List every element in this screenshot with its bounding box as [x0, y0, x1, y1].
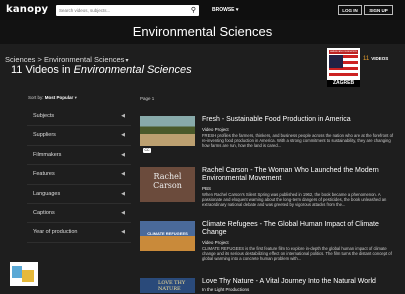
closed-captions-icon: CC — [143, 148, 151, 153]
chevron-left-icon: ◀ — [121, 151, 125, 158]
filter-languages[interactable]: Languages ◀ — [27, 185, 131, 204]
video-producer: PBS — [202, 186, 212, 191]
video-description: When Rachel Carson's Silent Spring was p… — [202, 192, 387, 207]
video-thumbnail[interactable]: CLIMATE REFUGEES — [140, 221, 195, 251]
search-box[interactable]: ⚲ — [56, 5, 199, 16]
search-input[interactable] — [59, 5, 181, 16]
filter-subjects[interactable]: Subjects ◀ — [27, 107, 131, 127]
chevron-left-icon: ◀ — [121, 171, 125, 178]
partner-flag-logo: AMERICAN FOUNDATION ZAGREB — [327, 48, 360, 87]
signup-button[interactable]: SIGN UP — [364, 5, 393, 15]
filter-sidebar: Subjects ◀ Suppliers ◀ Filmmakers ◀ Feature… — [27, 107, 131, 243]
video-producer: In the Light Productions — [202, 287, 250, 292]
video-count-label: VIDEOS — [371, 56, 389, 61]
video-title[interactable]: Love Thy Nature - A Vital Journey Into t… — [202, 278, 398, 286]
chevron-left-icon: ◀ — [121, 190, 125, 197]
filter-label: Filmmakers — [33, 151, 62, 158]
video-count-number: 11 — [363, 56, 370, 62]
video-producer: Video Project — [202, 240, 229, 245]
thumbnail-title: Rachel Carson — [153, 172, 182, 190]
video-info: Fresh - Sustainable Food Production in A… — [202, 116, 398, 148]
filter-year-of-production[interactable]: Year of production ◀ — [27, 223, 131, 243]
sort-label: Sort by: — [28, 95, 44, 100]
kanopy-logo[interactable]: kanopy — [6, 4, 48, 15]
filter-label: Captions — [33, 209, 55, 216]
filter-label: Suppliers — [33, 132, 56, 139]
filter-label: Year of production — [33, 229, 78, 236]
video-title[interactable]: Rachel Carson - The Woman Who Launched t… — [202, 167, 398, 183]
breadcrumb-text: Sciences > Environmental Sciences — [5, 55, 125, 64]
search-icon[interactable]: ⚲ — [191, 6, 196, 14]
browse-menu[interactable]: BROWSE ▾ — [212, 7, 238, 13]
filter-features[interactable]: Features ◀ — [27, 165, 131, 185]
thumbnail-title: LOVE THY NATURE — [158, 280, 186, 292]
video-thumbnail[interactable]: LOVE THY NATURE — [140, 278, 195, 293]
video-count-badge: 11 VIDEOS — [363, 56, 388, 62]
video-title[interactable]: Fresh - Sustainable Food Production in A… — [202, 116, 398, 124]
logo-shape-blue — [12, 266, 22, 278]
flag-top-label: AMERICAN FOUNDATION — [329, 50, 358, 54]
browse-label: BROWSE — [212, 7, 235, 13]
pagination[interactable]: Page 1 — [140, 96, 154, 101]
video-info: Rachel Carson - The Woman Who Launched t… — [202, 167, 398, 207]
video-info: Love Thy Nature - A Vital Journey Into t… — [202, 278, 398, 292]
video-description: CLIMATE REFUGEES is the first feature fi… — [202, 246, 392, 261]
video-list-item[interactable]: LOVE THY NATURE Love Thy Nature - A Vita… — [140, 278, 402, 294]
chevron-left-icon: ◀ — [121, 229, 125, 236]
chevron-left-icon: ◀ — [121, 209, 125, 216]
flag-canton — [329, 55, 343, 68]
video-list-item[interactable]: Rachel Carson Rachel Carson - The Woman … — [140, 167, 402, 207]
filter-label: Features — [33, 171, 55, 178]
sort-value: Most Popular — [44, 95, 74, 100]
topic-text: Environmental Sciences — [73, 64, 192, 76]
filter-captions[interactable]: Captions ◀ — [27, 204, 131, 224]
video-producer: Video Project — [202, 127, 229, 132]
login-button[interactable]: LOG IN — [338, 5, 362, 15]
chevron-left-icon: ◀ — [121, 132, 125, 139]
flag-bottom-label: ZAGREB — [327, 80, 360, 87]
logo-shape-yellow — [22, 270, 34, 282]
library-logo — [10, 262, 38, 286]
filter-suppliers[interactable]: Suppliers ◀ — [27, 126, 131, 146]
chevron-down-icon: ▾ — [235, 7, 239, 13]
video-thumbnail[interactable] — [140, 116, 195, 146]
video-description: FRESH profiles the farmers, thinkers, an… — [202, 133, 394, 148]
video-count-text: 11 Videos in — [11, 64, 74, 76]
top-nav-bar: kanopy ⚲ BROWSE ▾ LOG IN SIGN UP — [0, 0, 405, 20]
video-thumbnail[interactable]: Rachel Carson — [140, 167, 195, 202]
page-banner-title: Environmental Sciences — [0, 20, 405, 44]
video-list-item[interactable]: Fresh - Sustainable Food Production in A… — [140, 116, 402, 152]
breadcrumb[interactable]: Sciences > Environmental Sciences▾ — [5, 55, 128, 64]
filter-filmmakers[interactable]: Filmmakers ◀ — [27, 146, 131, 166]
video-list-item[interactable]: CLIMATE REFUGEES Climate Refugees - The … — [140, 221, 402, 261]
filter-label: Subjects — [33, 113, 55, 119]
sort-dropdown[interactable]: Sort by: Most Popular ▾ — [28, 95, 77, 101]
chevron-left-icon: ◀ — [121, 113, 125, 119]
chevron-down-icon: ▾ — [74, 95, 77, 100]
video-title[interactable]: Climate Refugees - The Global Human Impa… — [202, 221, 398, 237]
filter-label: Languages — [33, 190, 61, 197]
video-info: Climate Refugees - The Global Human Impa… — [202, 221, 398, 261]
thumbnail-title: CLIMATE REFUGEES — [147, 231, 188, 236]
page-title: 11 Videos in Environmental Sciences — [11, 64, 192, 76]
